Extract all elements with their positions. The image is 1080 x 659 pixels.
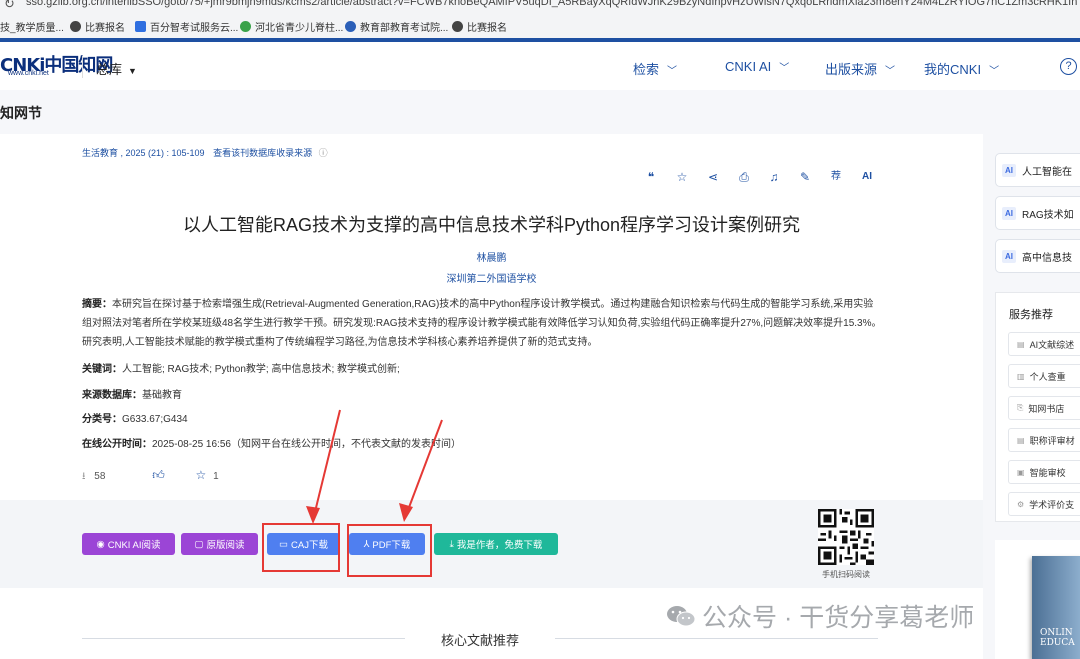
core-recommend-title: 核心文献推荐	[405, 630, 555, 649]
ai-question-item[interactable]: AI 人工智能在	[995, 153, 1080, 187]
service-ai-review[interactable]: ▤ AI文献综述	[1008, 332, 1080, 356]
service-plagiarism-check[interactable]: ▥ 个人查重	[1008, 364, 1080, 388]
service-bookstore[interactable]: ⎘ 知网书店	[1008, 396, 1080, 420]
check-icon: ▥	[1017, 371, 1025, 381]
ai-badge: AI	[1002, 163, 1016, 177]
arrow-caj	[312, 409, 341, 521]
qr-label: 手机扫码阅读	[822, 570, 870, 579]
evaluate-icon: ⚙	[1017, 499, 1025, 509]
watermark: 公众号 · 干货分享葛老师	[666, 598, 974, 634]
document-icon: ▤	[1017, 435, 1025, 445]
book-icon: ⎘	[1017, 403, 1024, 412]
qr-code	[818, 509, 874, 565]
ai-question-item[interactable]: AI 高中信息技	[995, 239, 1080, 273]
document-icon: ▤	[1017, 339, 1025, 349]
wechat-icon	[667, 606, 696, 627]
service-smart-proofread[interactable]: ▣ 智能审校	[1008, 460, 1080, 484]
proofread-icon: ▣	[1017, 467, 1025, 477]
book-cover-text: ONLIN EDUCA	[1040, 628, 1075, 648]
service-academic-eval[interactable]: ⚙ 学术评价支	[1008, 492, 1080, 516]
ai-badge: AI	[1002, 206, 1016, 220]
arrowhead-pdf	[399, 503, 413, 522]
service-title-review[interactable]: ▤ 职称评审材	[1008, 428, 1080, 452]
service-title: 服务推荐	[1009, 309, 1053, 321]
ai-question-item[interactable]: AI RAG技术如	[995, 196, 1080, 230]
arrow-pdf	[404, 419, 443, 519]
ai-badge: AI	[1002, 249, 1016, 263]
annotation-arrows	[306, 409, 443, 524]
arrowhead-caj	[306, 506, 320, 524]
